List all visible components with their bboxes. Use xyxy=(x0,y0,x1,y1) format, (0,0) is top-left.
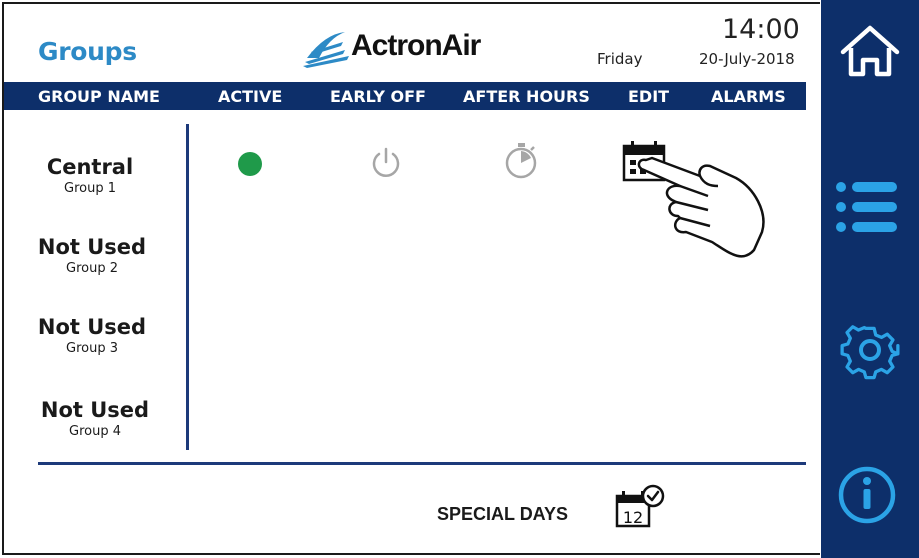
groups-screen: Groups ActronAir Friday 14:00 20-July-20… xyxy=(0,0,919,558)
group-name: Not Used xyxy=(40,398,150,422)
group-number: Group 1 xyxy=(64,181,116,196)
footer-divider xyxy=(38,462,806,465)
active-status-dot[interactable] xyxy=(236,150,264,178)
stopwatch-icon[interactable] xyxy=(502,141,540,181)
touch-hand-icon xyxy=(637,156,765,258)
column-header-early-off: EARLY OFF xyxy=(330,87,426,106)
home-button[interactable] xyxy=(821,10,919,90)
power-icon[interactable] xyxy=(369,145,403,179)
special-days-number: 12 xyxy=(623,508,643,527)
settings-button[interactable] xyxy=(821,313,919,393)
group-name: Central xyxy=(46,155,134,179)
special-days-calendar-icon[interactable]: 12 xyxy=(614,484,666,530)
group-row-4[interactable]: Not Used Group 4 xyxy=(30,397,160,441)
home-icon xyxy=(840,25,900,77)
time-label: 14:00 xyxy=(722,14,800,45)
group-number: Group 4 xyxy=(69,424,121,439)
column-header-bar: GROUP NAME ACTIVE EARLY OFF AFTER HOURS … xyxy=(4,82,806,110)
group-name: Not Used xyxy=(37,315,147,339)
brand-name: ActronAir xyxy=(351,29,481,62)
info-button[interactable] xyxy=(821,454,919,534)
column-header-active: ACTIVE xyxy=(218,87,283,106)
gear-icon xyxy=(840,325,900,380)
column-header-alarms: ALARMS xyxy=(711,87,786,106)
group-name: Not Used xyxy=(37,235,147,259)
brand-logo-mark xyxy=(303,32,349,68)
group-row-2[interactable]: Not Used Group 2 xyxy=(27,234,157,278)
menu-button[interactable] xyxy=(821,165,919,245)
sidebar xyxy=(821,0,919,558)
brand-logo: ActronAir xyxy=(303,26,513,70)
special-days-label[interactable]: SPECIAL DAYS xyxy=(437,504,568,525)
column-header-group-name: GROUP NAME xyxy=(38,87,160,106)
column-header-after-hours: AFTER HOURS xyxy=(463,87,590,106)
group-row-1[interactable]: Central Group 1 xyxy=(25,154,155,198)
page-title: Groups xyxy=(38,37,137,66)
group-number: Group 2 xyxy=(66,261,118,276)
group-number: Group 3 xyxy=(66,341,118,356)
menu-icon xyxy=(836,182,897,232)
column-divider xyxy=(186,124,189,450)
day-label: Friday xyxy=(597,50,643,68)
group-row-3[interactable]: Not Used Group 3 xyxy=(27,314,157,358)
date-label: 20-July-2018 xyxy=(699,50,795,68)
column-header-edit: EDIT xyxy=(628,87,670,106)
info-icon xyxy=(838,466,896,524)
